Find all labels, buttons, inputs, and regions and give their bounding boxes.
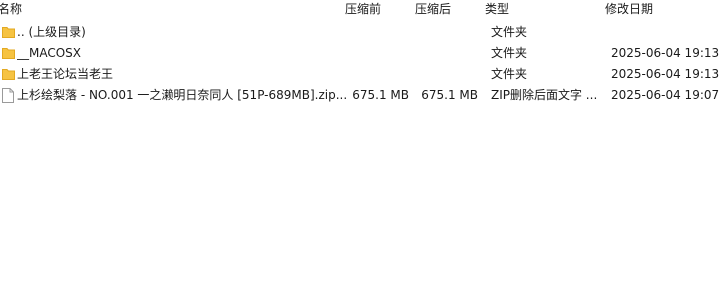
column-header-size[interactable]: 压缩前 [345, 0, 409, 19]
column-header-type[interactable]: 类型 [485, 0, 595, 19]
file-type: 文件夹 [491, 67, 528, 81]
file-name: 上老王论坛当老王 [17, 67, 114, 81]
file-type: 文件夹 [491, 46, 528, 60]
file-size [351, 43, 409, 64]
file-type: ZIP删除后面文字 ... [491, 88, 598, 102]
list-item-folder[interactable]: __MACOSX 文件夹 2025-06-04 19:13 [0, 43, 721, 64]
file-packed-size: 675.1 MB [421, 88, 478, 102]
file-name: 上杉绘梨落 - NO.001 一之濑明日奈同人 [51P-689MB].zip.… [17, 88, 347, 102]
file-size [351, 22, 409, 43]
file-packed-size [420, 64, 478, 85]
folder-icon [1, 43, 15, 64]
archive-file-list: 名称 压缩前 压缩后 类型 修改日期 .. (上级目录) 文件夹 __MACOS… [0, 0, 721, 300]
file-list: .. (上级目录) 文件夹 __MACOSX 文件夹 2025-06-04 19… [0, 22, 721, 106]
file-modified: 2025-06-04 19:07 [611, 88, 720, 102]
file-packed-size [420, 22, 478, 43]
list-item-parent-folder[interactable]: .. (上级目录) 文件夹 [0, 22, 721, 43]
file-size: 675.1 MB [352, 88, 409, 102]
file-name: .. (上级目录) [17, 25, 86, 39]
column-header-name[interactable]: 名称 [0, 0, 336, 19]
column-header-bar: 名称 压缩前 压缩后 类型 修改日期 [0, 0, 721, 19]
file-modified: 2025-06-04 19:13 [611, 67, 720, 81]
list-item-folder[interactable]: 上老王论坛当老王 文件夹 2025-06-04 19:13 [0, 64, 721, 85]
file-type: 文件夹 [491, 25, 528, 39]
file-modified: 2025-06-04 19:13 [611, 46, 720, 60]
folder-icon [1, 64, 15, 85]
list-item-file[interactable]: 上杉绘梨落 - NO.001 一之濑明日奈同人 [51P-689MB].zip.… [0, 85, 721, 106]
file-icon [1, 85, 15, 106]
file-modified [611, 22, 721, 43]
folder-icon [1, 22, 15, 43]
file-size [351, 64, 409, 85]
column-header-packed-size[interactable]: 压缩后 [415, 0, 479, 19]
file-packed-size [420, 43, 478, 64]
file-name: __MACOSX [17, 46, 82, 60]
column-header-modified[interactable]: 修改日期 [605, 0, 721, 19]
